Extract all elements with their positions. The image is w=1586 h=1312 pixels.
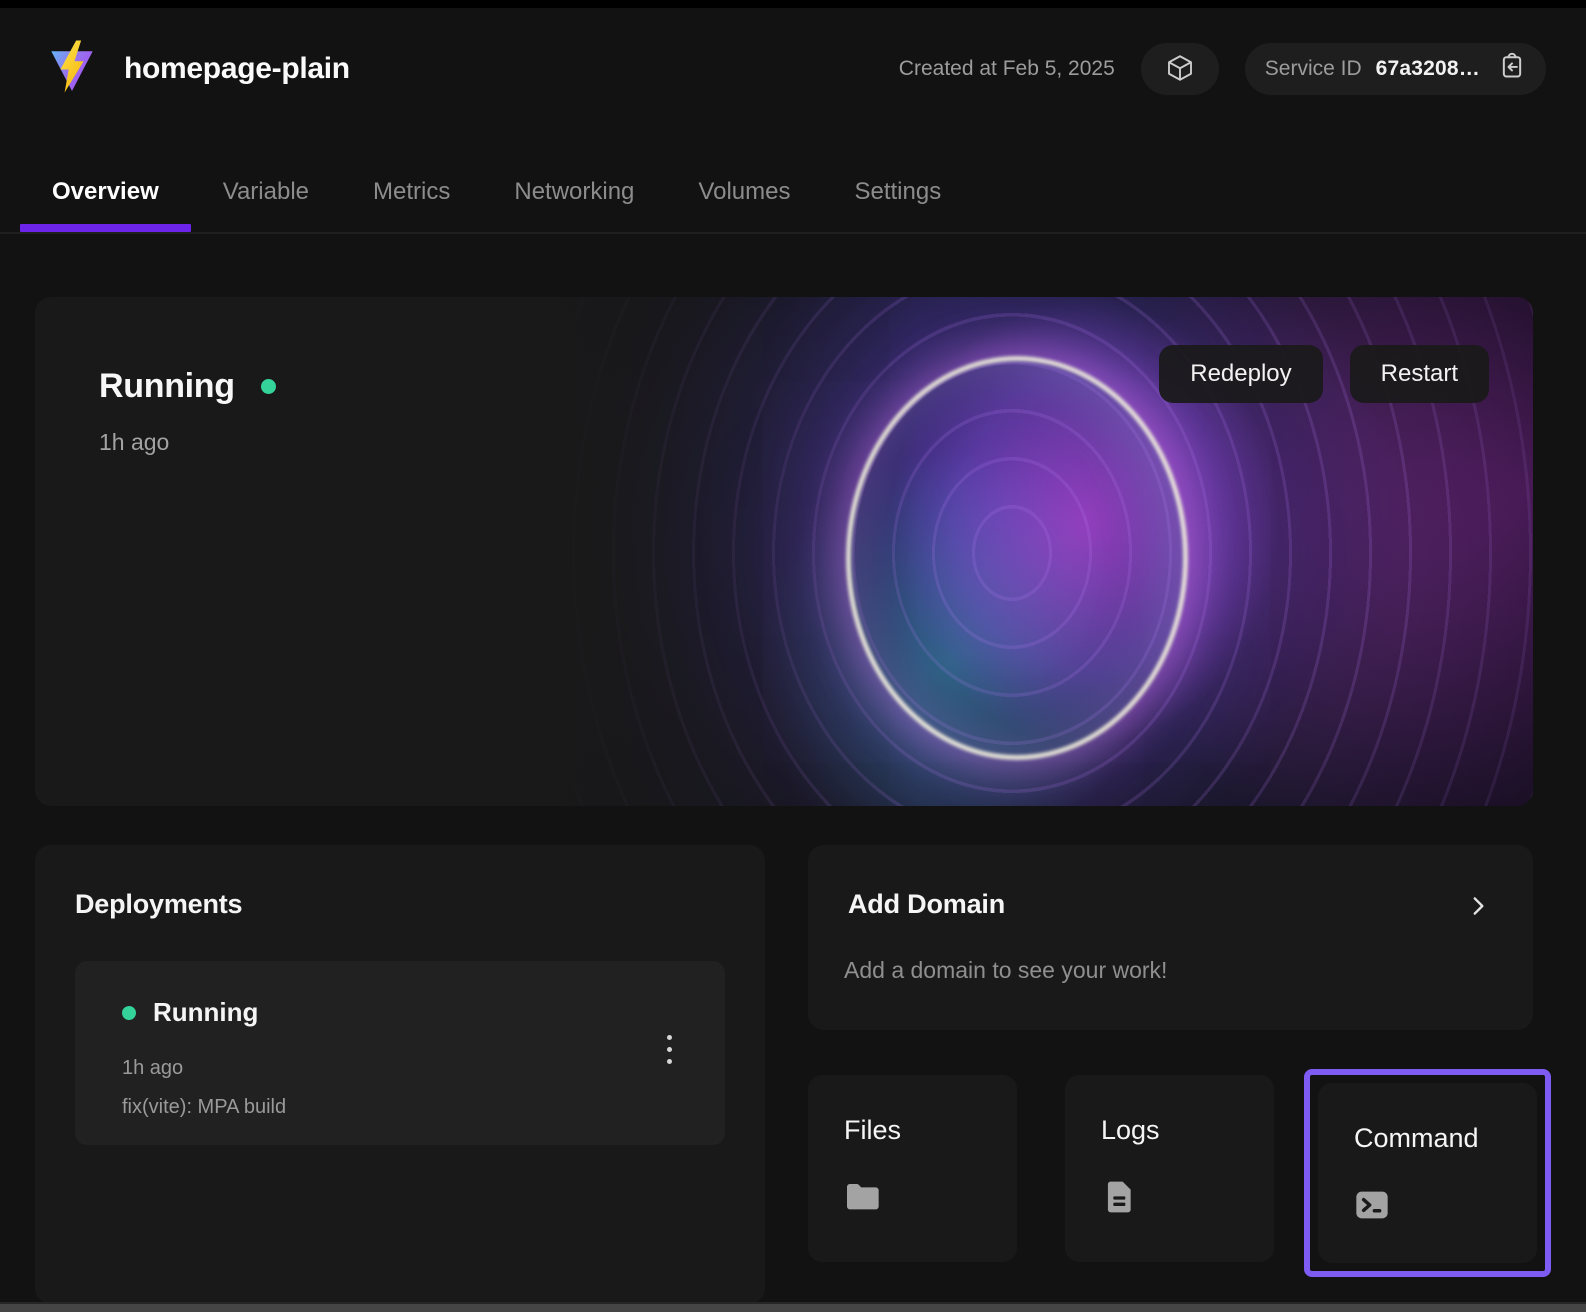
app-logo[interactable] [46,39,98,99]
deployments-card: Deployments Running 1h ago fix(vite): MP… [35,845,765,1304]
tab-bar: Overview Variable Metrics Networking Vol… [20,160,1586,224]
tab-volumes[interactable]: Volumes [666,160,822,224]
add-domain-card[interactable]: Add Domain Add a domain to see your work… [808,845,1533,1030]
deployment-status-row: Running [122,997,258,1028]
header-actions: Created at Feb 5, 2025 Service ID 67a320… [899,43,1546,95]
copy-clipboard-icon [1494,52,1526,86]
files-card[interactable]: Files [808,1075,1017,1262]
tab-label: Volumes [698,178,790,206]
tab-label: Overview [52,178,159,206]
tab-label: Networking [514,178,634,206]
service-id-value: 67a3208… [1376,57,1480,81]
status-green-dot [261,379,276,394]
hero-actions: Redeploy Restart [1159,345,1489,403]
document-icon [1099,1177,1139,1222]
created-at-text: Created at Feb 5, 2025 [899,57,1115,81]
add-domain-title: Add Domain [848,889,1005,920]
service-status: Running [99,367,276,406]
page-title: homepage-plain [124,52,350,86]
header: homepage-plain Created at Feb 5, 2025 Se… [46,34,1546,104]
restart-button[interactable]: Restart [1350,345,1489,403]
tab-networking[interactable]: Networking [482,160,666,224]
service-hero-card: Running 1h ago Redeploy Restart [35,297,1533,806]
cube-icon [1165,53,1195,86]
tab-divider [0,232,1586,234]
deployment-time-ago: 1h ago [122,1057,183,1080]
files-label: Files [844,1115,901,1146]
status-green-dot [122,1006,136,1020]
service-id-label: Service ID [1265,57,1362,81]
deployment-commit-message: fix(vite): MPA build [122,1096,286,1119]
deployment-status: Running [153,997,258,1028]
service-id-button[interactable]: Service ID 67a3208… [1245,43,1546,95]
service-dashboard: homepage-plain Created at Feb 5, 2025 Se… [0,0,1586,1310]
command-card-highlight-outline: Command [1304,1069,1551,1277]
tab-overview[interactable]: Overview [20,160,191,224]
tab-variable[interactable]: Variable [191,160,341,224]
deployments-title: Deployments [75,889,242,920]
tab-metrics[interactable]: Metrics [341,160,482,224]
deployment-list-item[interactable]: Running 1h ago fix(vite): MPA build [75,961,725,1145]
command-label: Command [1354,1123,1479,1154]
add-domain-subtitle: Add a domain to see your work! [844,957,1167,984]
deployment-package-button[interactable] [1141,43,1219,95]
logs-card[interactable]: Logs [1065,1075,1274,1262]
folder-icon [842,1177,882,1222]
window-top-edge [0,0,1586,8]
status-text: Running [99,367,235,406]
terminal-icon [1352,1185,1392,1230]
redeploy-button[interactable]: Redeploy [1159,345,1322,403]
status-time-ago: 1h ago [99,429,169,456]
tab-label: Metrics [373,178,450,206]
tab-label: Settings [854,178,941,206]
chevron-right-icon [1465,893,1491,924]
command-card[interactable]: Command [1318,1083,1537,1263]
hero-glow-ring [846,356,1188,760]
logs-label: Logs [1101,1115,1160,1146]
tab-label: Variable [223,178,309,206]
vite-lightning-logo-icon [47,38,97,101]
tab-settings[interactable]: Settings [822,160,973,224]
window-bottom-edge [0,1302,1586,1312]
deployment-menu-button[interactable] [651,1021,687,1077]
